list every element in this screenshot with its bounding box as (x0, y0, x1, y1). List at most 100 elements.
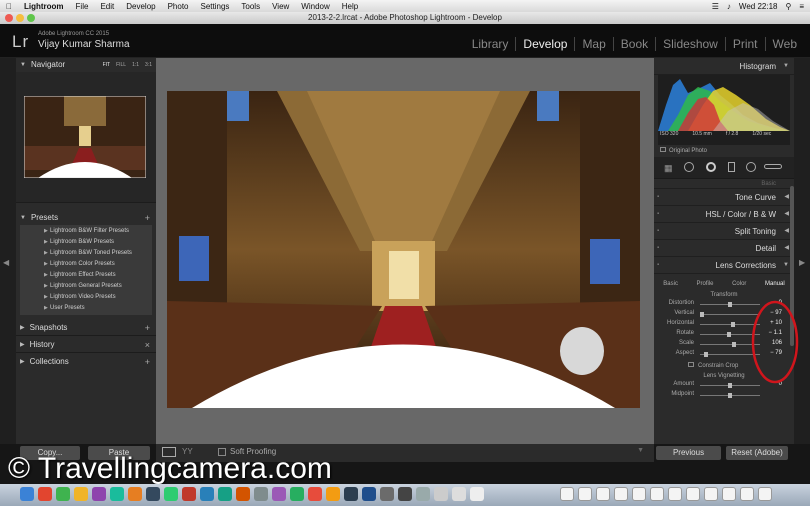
preset-folder[interactable]: ▶ Lightroom Effect Presets (24, 270, 148, 281)
zoom-fill[interactable]: FILL (116, 58, 126, 72)
collections-header[interactable]: ▶ Collections + (16, 355, 156, 369)
dock-document-icon[interactable] (614, 487, 628, 501)
history-header[interactable]: ▶ History × (16, 338, 156, 352)
preset-folder[interactable]: ▶ Lightroom Color Presets (24, 259, 148, 270)
menu-clock[interactable]: Wed 22:18 (739, 2, 778, 11)
left-panel-edge[interactable]: ◀ (0, 58, 16, 444)
module-library[interactable]: Library (465, 37, 516, 51)
histogram[interactable]: ISO 320 10.5 mm f / 2.8 1/20 sec (658, 75, 790, 145)
spot-removal-icon[interactable] (684, 162, 694, 172)
dock-app-icon[interactable] (164, 487, 178, 501)
dock-app-icon[interactable] (56, 487, 70, 501)
dock-document-icon[interactable] (704, 487, 718, 501)
snapshots-header[interactable]: ▶ Snapshots + (16, 321, 156, 335)
main-photo[interactable] (167, 91, 640, 408)
dock-app-icon[interactable] (272, 487, 286, 501)
dock-document-icon[interactable] (740, 487, 754, 501)
dock-document-icon[interactable] (650, 487, 664, 501)
adjustment-brush-icon[interactable] (764, 164, 782, 169)
dock-document-icon[interactable] (686, 487, 700, 501)
collapse-right-icon[interactable]: ▶ (799, 258, 805, 267)
clear-history-icon[interactable]: × (145, 338, 150, 352)
wifi-icon[interactable]: ☰ (712, 2, 719, 11)
zoom-1-1[interactable]: 1:1 (132, 58, 139, 72)
search-icon[interactable]: ⚲ (785, 2, 791, 11)
vignetting-slider-knob[interactable] (728, 383, 732, 388)
toolbar-menu-icon[interactable]: ▼ (637, 447, 644, 454)
dock-app-icon[interactable] (74, 487, 88, 501)
minimize-window-button[interactable] (16, 14, 24, 22)
dock-app-icon[interactable] (218, 487, 232, 501)
dock-app-icon[interactable] (434, 487, 448, 501)
menu-settings[interactable]: Settings (201, 2, 230, 11)
module-book[interactable]: Book (612, 37, 655, 51)
dock-document-icon[interactable] (578, 487, 592, 501)
dock-app-icon[interactable] (254, 487, 268, 501)
preset-folder[interactable]: ▶ Lightroom B&W Toned Presets (24, 248, 148, 259)
add-preset-icon[interactable]: + (145, 211, 150, 225)
right-panel-edge[interactable]: ▶ (794, 58, 810, 444)
menu-tools[interactable]: Tools (241, 2, 260, 11)
module-slideshow[interactable]: Slideshow (655, 37, 725, 51)
preset-folder[interactable]: ▶ Lightroom B&W Presets (24, 237, 148, 248)
volume-icon[interactable]: ♪ (727, 2, 731, 11)
close-window-button[interactable] (5, 14, 13, 22)
dock-document-icon[interactable] (632, 487, 646, 501)
dock-app-icon[interactable] (92, 487, 106, 501)
list-icon[interactable]: ≡ (799, 2, 804, 11)
section-lens-corrections[interactable]: ▪ Lens Corrections ▼ (654, 257, 794, 274)
dock-app-icon[interactable] (146, 487, 160, 501)
lens-tab-color[interactable]: Color (732, 278, 746, 290)
dock-app-icon[interactable] (182, 487, 196, 501)
zoom-3-1[interactable]: 3:1 (145, 58, 152, 72)
dock-app-icon[interactable] (308, 487, 322, 501)
graduated-filter-icon[interactable] (728, 162, 735, 172)
dock-app-icon[interactable] (326, 487, 340, 501)
dock-app-icon[interactable] (362, 487, 376, 501)
add-collection-icon[interactable]: + (145, 355, 150, 369)
dock-app-icon[interactable] (380, 487, 394, 501)
menu-view[interactable]: View (272, 2, 289, 11)
menu-develop[interactable]: Develop (126, 2, 155, 11)
navigator-header[interactable]: ▼ Navigator FIT FILL 1:1 3:1 (16, 58, 156, 72)
lens-tab-profile[interactable]: Profile (697, 278, 714, 290)
transform-slider-knob[interactable] (726, 332, 731, 337)
dock-document-icon[interactable] (596, 487, 610, 501)
section-hsl[interactable]: ▪ HSL / Color / B & W ◀ (654, 206, 794, 223)
presets-header[interactable]: ▼ Presets + (16, 211, 156, 225)
module-web[interactable]: Web (764, 37, 804, 51)
add-snapshot-icon[interactable]: + (145, 321, 150, 335)
dock-app-icon[interactable] (38, 487, 52, 501)
dock-document-icon[interactable] (560, 487, 574, 501)
module-map[interactable]: Map (574, 37, 612, 51)
module-develop[interactable]: Develop (515, 37, 574, 51)
vignetting-slider-knob[interactable] (728, 393, 732, 398)
lens-tab-basic[interactable]: Basic (663, 278, 678, 290)
previous-button[interactable]: Previous (656, 446, 721, 460)
section-basic[interactable]: Basic (654, 179, 794, 189)
menu-window[interactable]: Window (301, 2, 329, 11)
histogram-header[interactable]: Histogram ▼ (654, 58, 794, 75)
preset-folder[interactable]: ▶ User Presets (24, 303, 148, 314)
collapse-left-icon[interactable]: ◀ (3, 258, 9, 267)
module-print[interactable]: Print (724, 37, 765, 51)
dock-app-icon[interactable] (128, 487, 142, 501)
radial-filter-icon[interactable] (746, 162, 756, 172)
dock-app-icon[interactable] (452, 487, 466, 501)
dock-app-icon[interactable] (416, 487, 430, 501)
transform-slider-knob[interactable] (731, 342, 736, 347)
apple-menu-icon[interactable]:  (6, 2, 12, 11)
dock-app-icon[interactable] (290, 487, 304, 501)
red-eye-icon[interactable] (706, 162, 716, 172)
dock-document-icon[interactable] (668, 487, 682, 501)
crop-tool-icon[interactable]: ▦ (664, 163, 673, 174)
menu-help[interactable]: Help (342, 2, 358, 11)
dock-app-icon[interactable] (20, 487, 34, 501)
section-split-toning[interactable]: ▪ Split Toning ◀ (654, 223, 794, 240)
section-tone-curve[interactable]: ▪ Tone Curve ◀ (654, 189, 794, 206)
transform-slider-knob[interactable] (699, 312, 704, 317)
dock-document-icon[interactable] (722, 487, 736, 501)
zoom-window-button[interactable] (27, 14, 35, 22)
preset-folder[interactable]: ▶ Lightroom B&W Filter Presets (24, 226, 148, 237)
original-photo-checkbox[interactable] (660, 147, 666, 152)
